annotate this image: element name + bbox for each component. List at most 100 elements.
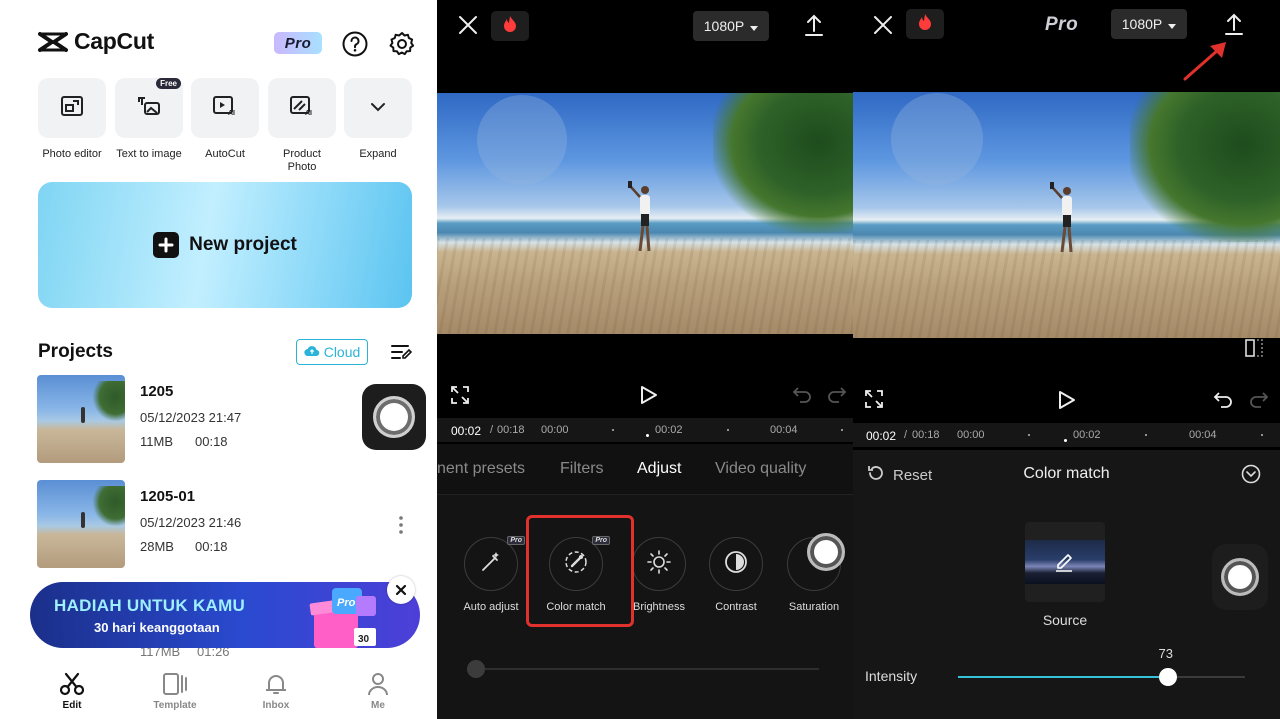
project-name: 1205-01: [140, 488, 196, 505]
tick-label: 00:02: [1073, 429, 1101, 441]
gear-icon[interactable]: [388, 30, 416, 58]
resolution-button[interactable]: 1080P: [1111, 9, 1187, 39]
tool-label: Auto adjust: [463, 601, 519, 613]
tool-text-to-image[interactable]: Free Text to image: [115, 78, 183, 161]
editor-adjust-screen: 1080P 00:02 / 00:18 00:00 00:02 00:04 ne…: [437, 0, 853, 719]
help-icon[interactable]: [341, 30, 369, 58]
undo-icon[interactable]: [792, 386, 812, 409]
fullscreen-icon[interactable]: [865, 390, 883, 413]
close-icon[interactable]: [387, 576, 415, 604]
playhead[interactable]: [646, 434, 649, 437]
export-icon[interactable]: [1224, 12, 1244, 41]
tool-autocut[interactable]: AI AutoCut: [191, 78, 259, 161]
tool-label: Saturation: [788, 601, 840, 613]
pro-label[interactable]: Pro: [1045, 14, 1078, 36]
tool-product-photo[interactable]: AI Product Photo: [268, 78, 336, 174]
assistive-touch-button[interactable]: [798, 519, 853, 585]
new-project-button[interactable]: New project: [38, 182, 412, 308]
person-figure: [1050, 182, 1073, 253]
video-preview[interactable]: [437, 93, 853, 334]
nav-template[interactable]: Template: [135, 672, 215, 711]
tick-label: 00:04: [770, 424, 798, 436]
pro-badge[interactable]: Pro: [274, 32, 322, 54]
plus-icon: [153, 232, 180, 258]
project-row[interactable]: 1205-01 05/12/2023 21:46 28MB 00:18: [37, 480, 417, 568]
sort-icon[interactable]: [391, 342, 413, 362]
tool-label: Contrast: [715, 601, 757, 613]
more-icon[interactable]: [399, 516, 403, 534]
tick-label: 00:00: [957, 429, 985, 441]
source-thumbnail[interactable]: [1025, 522, 1105, 602]
project-size: 28MB: [140, 539, 174, 554]
intensity-slider-knob[interactable]: [1158, 668, 1177, 686]
tab-adjustment-presets[interactable]: nent presets: [437, 460, 525, 478]
home-header: CapCut Pro: [38, 26, 418, 62]
nav-inbox[interactable]: Inbox: [236, 672, 316, 711]
tab-video-quality[interactable]: Video quality: [715, 460, 806, 478]
caret-down-icon: [750, 18, 759, 34]
flame-button[interactable]: [491, 11, 529, 41]
project-date: 05/12/2023 21:46: [140, 515, 242, 530]
playhead[interactable]: [1064, 439, 1067, 442]
person-figure: [628, 181, 651, 252]
project-row[interactable]: 1205 05/12/2023 21:47 11MB 00:18: [37, 375, 417, 463]
project-size: 11MB: [140, 434, 173, 449]
tool-auto-adjust[interactable]: Pro Auto adjust: [451, 536, 531, 613]
video-preview[interactable]: [853, 92, 1280, 338]
brightness-icon: [647, 549, 671, 579]
nav-edit[interactable]: Edit: [32, 672, 112, 711]
play-icon[interactable]: [640, 385, 658, 410]
tool-photo-editor[interactable]: Photo editor: [38, 78, 106, 161]
fullscreen-icon[interactable]: [451, 386, 469, 409]
project-duration: 00:18: [195, 539, 228, 554]
adjust-tabs: nent presets Filters Adjust Video qualit…: [437, 444, 853, 494]
tool-expand[interactable]: Expand: [344, 78, 412, 161]
edit-icon: [1054, 550, 1074, 577]
free-badge: Free: [156, 78, 181, 89]
close-icon[interactable]: [457, 14, 479, 41]
time-total: 00:18: [912, 429, 940, 441]
promo-art-number: 30: [358, 634, 370, 645]
cloud-label: Cloud: [323, 344, 361, 360]
assistive-touch-button[interactable]: [1212, 544, 1268, 610]
capcut-logo: CapCut: [38, 28, 154, 55]
timeline-ruler[interactable]: 00:02 / 00:18 00:00 00:02 00:04: [853, 423, 1280, 447]
play-icon[interactable]: [1058, 390, 1076, 415]
projects-title: Projects: [38, 341, 113, 362]
project-date: 05/12/2023 21:47: [140, 410, 242, 425]
tab-adjust[interactable]: Adjust: [637, 460, 681, 478]
redo-icon[interactable]: [827, 386, 847, 409]
time-separator: /: [490, 424, 494, 436]
tool-contrast[interactable]: Contrast: [696, 537, 776, 613]
adjust-slider-knob[interactable]: [467, 660, 485, 678]
auto-adjust-icon: [480, 551, 502, 578]
tab-filters[interactable]: Filters: [560, 460, 604, 478]
compare-icon[interactable]: [1244, 338, 1264, 363]
reset-button[interactable]: Reset: [867, 464, 932, 486]
project-thumbnail: [37, 375, 125, 463]
tool-label: AutoCut: [205, 148, 245, 160]
intensity-slider-fill: [958, 676, 1168, 678]
promo-subtitle: 30 hari keanggotaan: [94, 620, 220, 635]
reset-label: Reset: [893, 466, 933, 484]
nav-label: Template: [153, 700, 197, 711]
resolution-button[interactable]: 1080P: [693, 11, 769, 41]
export-icon[interactable]: [804, 13, 824, 42]
home-screen: CapCut Pro Photo editor Free Text to ima…: [0, 0, 437, 719]
undo-icon[interactable]: [1213, 391, 1233, 414]
color-match-highlight: [526, 515, 634, 627]
flame-button[interactable]: [906, 9, 944, 39]
cloud-button[interactable]: Cloud: [296, 339, 368, 365]
close-icon[interactable]: [872, 14, 894, 41]
promo-art-pro: Pro: [337, 597, 356, 609]
collapse-icon[interactable]: [1241, 464, 1261, 489]
resolution-label: 1080P: [1121, 16, 1163, 32]
assistive-touch-button[interactable]: [362, 384, 426, 450]
timeline-ruler[interactable]: 00:02 / 00:18 00:00 00:02 00:04: [437, 418, 853, 442]
adjust-slider-track[interactable]: [471, 668, 819, 670]
redo-icon[interactable]: [1249, 391, 1269, 414]
product-photo-icon: AI: [290, 95, 314, 121]
nav-me[interactable]: Me: [338, 672, 418, 711]
promo-banner[interactable]: HADIAH UNTUK KAMU 30 hari keanggotaan Pr…: [30, 582, 420, 648]
gift-illustration: Pro 30: [309, 588, 376, 648]
